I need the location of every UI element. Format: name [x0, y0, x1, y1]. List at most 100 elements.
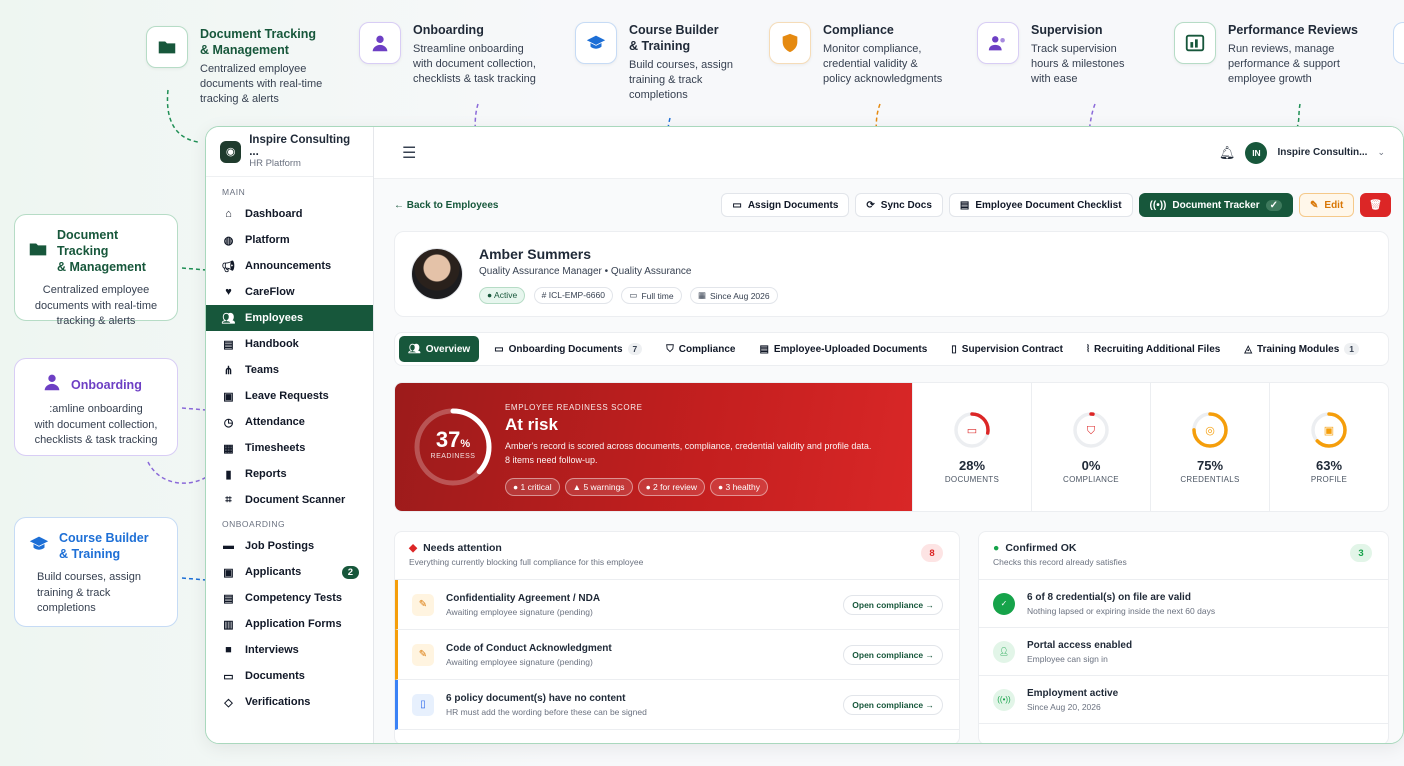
sidebar-item-documents[interactable]: ▭ Documents: [206, 663, 373, 689]
sidebar-item-label: Application Forms: [245, 618, 342, 630]
feature-title: Document Tracking: [200, 27, 316, 41]
sidebar-item-teams[interactable]: ⋔ Teams: [206, 357, 373, 383]
sidebar-item-platform[interactable]: ◍ Platform: [206, 227, 373, 253]
sidebar: ◉ Inspire Consulting ... HR Platform MAIN…: [206, 127, 374, 743]
card-title: Onboarding: [71, 377, 142, 392]
readiness-unit: %: [460, 438, 471, 450]
feature-desc: employee growth: [1228, 73, 1312, 85]
topbar: ☰ 🔔︎ IN Inspire Consultin... ⌄: [374, 127, 1403, 179]
confirmed-title: Portal access enabled: [1027, 639, 1133, 651]
menu-icon[interactable]: ☰: [402, 143, 416, 163]
since-chip: ▦ Since Aug 2026: [690, 287, 778, 304]
confirmed-sub: Nothing lapsed or expiring inside the ne…: [1027, 605, 1216, 616]
graduation-cap-icon: [27, 533, 51, 560]
tab-training-modules[interactable]: ◬ Training Modules 1: [1235, 336, 1368, 362]
sidebar-item-label: Job Postings: [245, 540, 315, 552]
open-compliance-button[interactable]: Open compliance →: [843, 694, 943, 715]
sidebar-item-document-scanner[interactable]: ⌗ Document Scanner: [206, 487, 373, 513]
sidebar-item-label: Teams: [245, 364, 280, 376]
metric-value: 0%: [1081, 458, 1101, 473]
tab-recruiting-additional-files[interactable]: ⦚ Recruiting Additional Files: [1078, 336, 1229, 362]
metric-value: 28%: [958, 458, 986, 473]
sidebar-item-announcements[interactable]: 📢︎ Announcements: [206, 253, 373, 279]
graduation-cap-icon: ◬: [1244, 343, 1253, 355]
attention-title: 6 policy document(s) have no content: [446, 692, 626, 704]
delete-button[interactable]: 🗑︎: [1360, 193, 1391, 217]
feature-desc: Build courses, assign: [629, 59, 733, 71]
attention-row: ▯ 6 policy document(s) have no content HR …: [395, 680, 959, 730]
document-checklist-button[interactable]: ▤ Employee Document Checklist: [948, 193, 1133, 217]
tab-overview[interactable]: 👥︎ Overview: [399, 336, 480, 362]
feature-desc: with document collection,: [413, 58, 536, 70]
button-label: Assign Documents: [747, 199, 839, 211]
avatar[interactable]: IN: [1245, 141, 1268, 164]
confirmed-text: Employment active Since Aug 20, 2026: [1027, 688, 1118, 712]
sidebar-item-verifications[interactable]: ◇ Verifications: [206, 689, 373, 715]
tab-supervision-contract[interactable]: ▯ Supervision Contract: [942, 336, 1072, 362]
sidebar-item-attendance[interactable]: ◷ Attendance: [206, 409, 373, 435]
sidebar-item-label: Interviews: [245, 644, 299, 656]
bell-icon[interactable]: 🔔︎: [1219, 145, 1236, 161]
section-label-onboarding: ONBOARDING: [222, 519, 286, 529]
sidebar-item-dashboard[interactable]: ⌂ Dashboard: [206, 201, 373, 227]
sidebar-item-label: Dashboard: [245, 208, 303, 220]
brand-logo-icon: ◉: [220, 140, 242, 163]
megaphone-icon: 📢︎: [221, 260, 236, 273]
supervisor-icon: [977, 22, 1019, 64]
metric-profile: ▣ 63% PROFILE: [1269, 383, 1388, 511]
back-link[interactable]: ← Back to Employees: [394, 200, 498, 211]
open-compliance-button[interactable]: Open compliance →: [843, 594, 943, 615]
readiness-desc-line: 8 items need follow-up.: [505, 455, 598, 465]
confirmed-sub: Employee can sign in: [1027, 653, 1108, 664]
folder-ring: ▭: [954, 412, 990, 448]
open-compliance-button[interactable]: Open compliance →: [843, 644, 943, 665]
card-title-line2: & Training: [59, 547, 121, 561]
sidebar-item-reports[interactable]: ▮ Reports: [206, 461, 373, 487]
confirmed-title: 6 of 8 credential(s) on file are valid: [1027, 591, 1191, 603]
card-desc: tracking & alerts: [56, 315, 136, 327]
clock-icon: ◷: [223, 416, 234, 429]
timesheet-icon: ▦: [223, 442, 234, 455]
card-desc: documents with real-time: [34, 299, 158, 312]
tab-employee-uploaded-documents[interactable]: ▤ Employee-Uploaded Documents: [750, 336, 936, 362]
sidebar-item-timesheets[interactable]: ▦ Timesheets: [206, 435, 373, 461]
sidebar-item-handbook[interactable]: ▤ Handbook: [206, 331, 373, 357]
feature-title: Supervision: [1031, 23, 1103, 37]
document-icon: ▯: [412, 693, 434, 716]
sidebar-item-application-forms[interactable]: ▥ Application Forms: [206, 611, 373, 637]
chevron-down-icon[interactable]: ⌄: [1377, 147, 1385, 158]
card-title-line2: & Management: [57, 260, 146, 274]
sidebar-item-applicants[interactable]: ▣ Applicants 2: [206, 559, 373, 585]
sidebar-item-employees[interactable]: 👥︎ Employees: [206, 305, 373, 331]
brand[interactable]: ◉ Inspire Consulting ... HR Platform: [206, 127, 373, 177]
sync-docs-button[interactable]: ⟳ Sync Docs: [855, 193, 943, 217]
sidebar-item-label: Verifications: [245, 696, 311, 708]
form-icon: ▥: [223, 618, 234, 631]
feature-desc: hours & milestones: [1031, 58, 1125, 70]
side-card-onboarding: Onboarding :amline onboarding with docume…: [14, 358, 178, 456]
sidebar-item-job-postings[interactable]: ▬ Job Postings: [206, 533, 373, 559]
sidebar-item-careflow[interactable]: ♥ CareFlow: [206, 279, 373, 305]
folder-icon: [27, 238, 49, 265]
metrics-row: ▭ 28% DOCUMENTS ⛉ 0% COMPLIANCE ◎ 75% CREDENTIAL…: [912, 383, 1388, 511]
user-name[interactable]: Inspire Consultin...: [1277, 147, 1367, 158]
tab-onboarding-documents[interactable]: ▭ Onboarding Documents 7: [485, 336, 651, 362]
assign-documents-button[interactable]: ▭ Assign Documents: [721, 193, 850, 217]
sync-icon: ⟳: [866, 199, 875, 211]
tab-compliance[interactable]: ⛉ Compliance: [657, 336, 744, 362]
video-icon: ■: [225, 644, 232, 656]
document-tracker-button[interactable]: ((•)) Document Tracker ✓: [1138, 193, 1294, 217]
sidebar-item-label: Attendance: [245, 416, 305, 428]
edit-button[interactable]: ✎ Edit: [1299, 193, 1355, 217]
sidebar-item-label: Platform: [245, 234, 290, 246]
sidebar-item-leave-requests[interactable]: ▣ Leave Requests: [206, 383, 373, 409]
feature-desc: Streamline onboarding: [413, 43, 524, 55]
confirmed-row: 👤︎ Portal access enabled Employee can sign…: [979, 628, 1388, 676]
sidebar-item-interviews[interactable]: ■ Interviews: [206, 637, 373, 663]
sidebar-item-label: Handbook: [245, 338, 299, 350]
attention-count-badge: 8: [921, 544, 943, 562]
sidebar-item-competency-tests[interactable]: ▤ Competency Tests: [206, 585, 373, 611]
user-icon: [359, 22, 401, 64]
metric-label: CREDENTIALS: [1180, 475, 1240, 484]
confirmed-sub: Since Aug 20, 2026: [1027, 701, 1101, 712]
